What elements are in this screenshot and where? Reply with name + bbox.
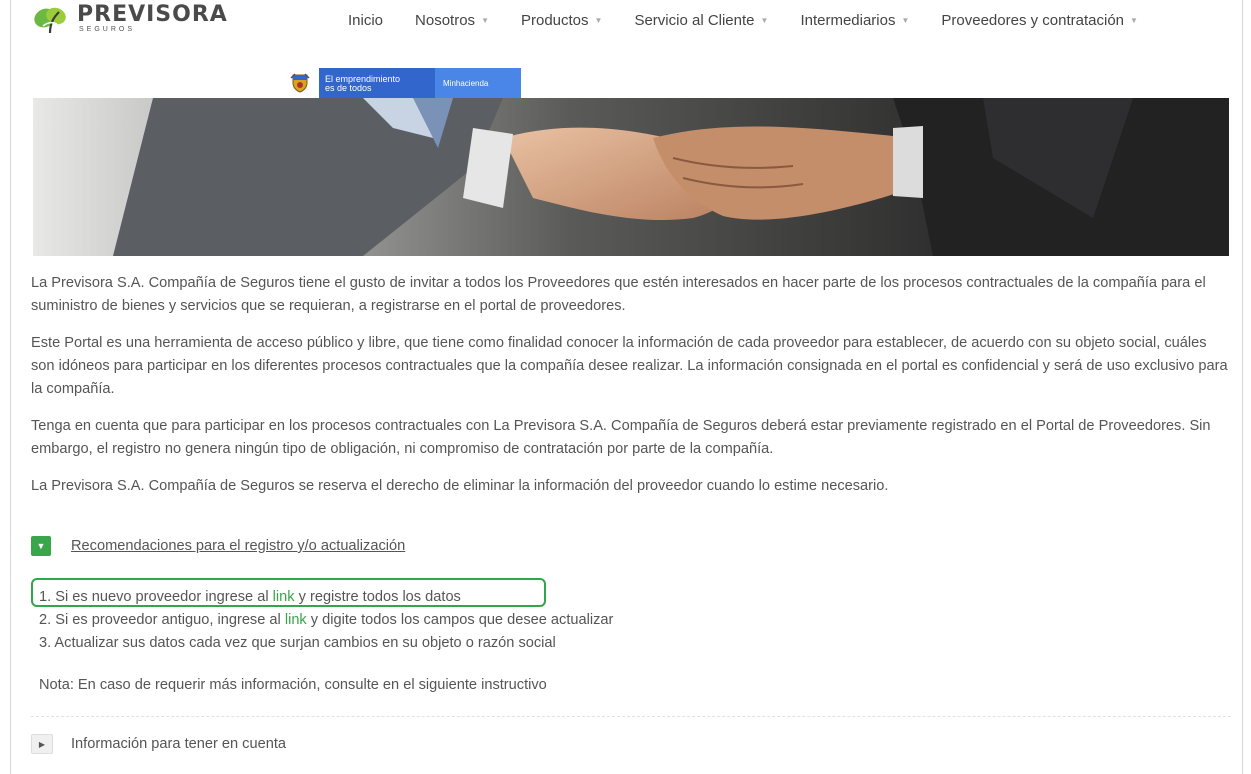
nav-item-intermediarios[interactable]: Intermediarios ▼: [800, 12, 909, 29]
list-item-text: 1. Si es nuevo proveedor ingrese al: [39, 589, 273, 605]
nav-item-label: Nosotros: [415, 12, 476, 29]
logo-name: PREVISORA: [77, 2, 228, 27]
list-item: 1. Si es nuevo proveedor ingrese al link…: [39, 586, 613, 609]
nav-item-proveedores[interactable]: Proveedores y contratación ▼: [941, 12, 1138, 29]
list-item-text: y registre todos los datos: [294, 589, 461, 605]
hero-handshake-image: [33, 98, 1229, 256]
chevron-down-icon: ▼: [760, 16, 769, 25]
nav-item-label: Inicio: [348, 12, 384, 29]
recommendations-list: 1. Si es nuevo proveedor ingrese al link…: [39, 586, 613, 655]
accordion-title[interactable]: Información para tener en cuenta: [71, 736, 286, 752]
intro-text: La Previsora S.A. Compañía de Seguros ti…: [31, 272, 1231, 512]
nav-item-servicio-cliente[interactable]: Servicio al Cliente ▼: [634, 12, 768, 29]
colombia-shield-icon: [281, 68, 319, 98]
gov-ministry: Minhacienda: [435, 68, 521, 98]
accordion-informacion[interactable]: ▶ Información para tener en cuenta: [31, 734, 286, 754]
paragraph: Este Portal es una herramienta de acceso…: [31, 335, 1228, 397]
chevron-down-icon: ▼: [1130, 16, 1138, 25]
paragraph: La Previsora S.A. Compañía de Seguros ti…: [31, 275, 1206, 314]
nav-item-inicio[interactable]: Inicio: [348, 12, 383, 29]
nav-item-label: Proveedores y contratación: [941, 12, 1125, 29]
paragraph: La Previsora S.A. Compañía de Seguros se…: [31, 478, 889, 494]
accordion-recomendaciones[interactable]: ▼ Recomendaciones para el registro y/o a…: [31, 536, 405, 556]
nav-item-nosotros[interactable]: Nosotros ▼: [415, 12, 489, 29]
nav-item-productos[interactable]: Productos ▼: [521, 12, 602, 29]
register-link[interactable]: link: [273, 589, 295, 605]
list-item-text: 3. Actualizar sus datos cada vez que sur…: [39, 635, 556, 651]
gov-slogan-line2: es de todos: [325, 83, 372, 93]
nav-item-label: Servicio al Cliente: [634, 12, 755, 29]
page-frame: PREVISORA SEGUROS Inicio Nosotros ▼ Prod…: [10, 0, 1243, 774]
chevron-down-icon: ▼: [901, 16, 910, 25]
chevron-down-icon: ▼: [594, 16, 603, 25]
gov-slogan: El emprendimiento es de todos: [319, 68, 435, 98]
list-item: 3. Actualizar sus datos cada vez que sur…: [39, 632, 613, 655]
logo-leaf-icon: [33, 4, 69, 34]
triangle-down-icon[interactable]: ▼: [31, 536, 51, 556]
gov-banner[interactable]: El emprendimiento es de todos Minhaciend…: [281, 68, 521, 98]
list-item-text: y digite todos los campos que desee actu…: [306, 612, 614, 628]
update-link[interactable]: link: [285, 612, 307, 628]
paragraph: Tenga en cuenta que para participar en l…: [31, 418, 1211, 457]
nav-item-label: Productos: [520, 12, 589, 29]
main-nav: Inicio Nosotros ▼ Productos ▼ Servicio a…: [348, 12, 1138, 29]
nav-item-label: Intermediarios: [800, 12, 896, 29]
divider: [31, 716, 1231, 717]
triangle-right-icon[interactable]: ▶: [31, 734, 53, 754]
accordion-title[interactable]: Recomendaciones para el registro y/o act…: [71, 538, 405, 554]
logo-subtitle: SEGUROS: [79, 26, 136, 33]
list-item: 2. Si es proveedor antiguo, ingrese al l…: [39, 609, 613, 632]
previsora-logo[interactable]: PREVISORA SEGUROS: [33, 4, 228, 34]
list-item-text: 2. Si es proveedor antiguo, ingrese al: [39, 612, 285, 628]
note-text: Nota: En caso de requerir más informació…: [39, 677, 547, 693]
site-header: PREVISORA SEGUROS Inicio Nosotros ▼ Prod…: [11, 0, 1242, 98]
chevron-down-icon: ▼: [481, 16, 489, 25]
